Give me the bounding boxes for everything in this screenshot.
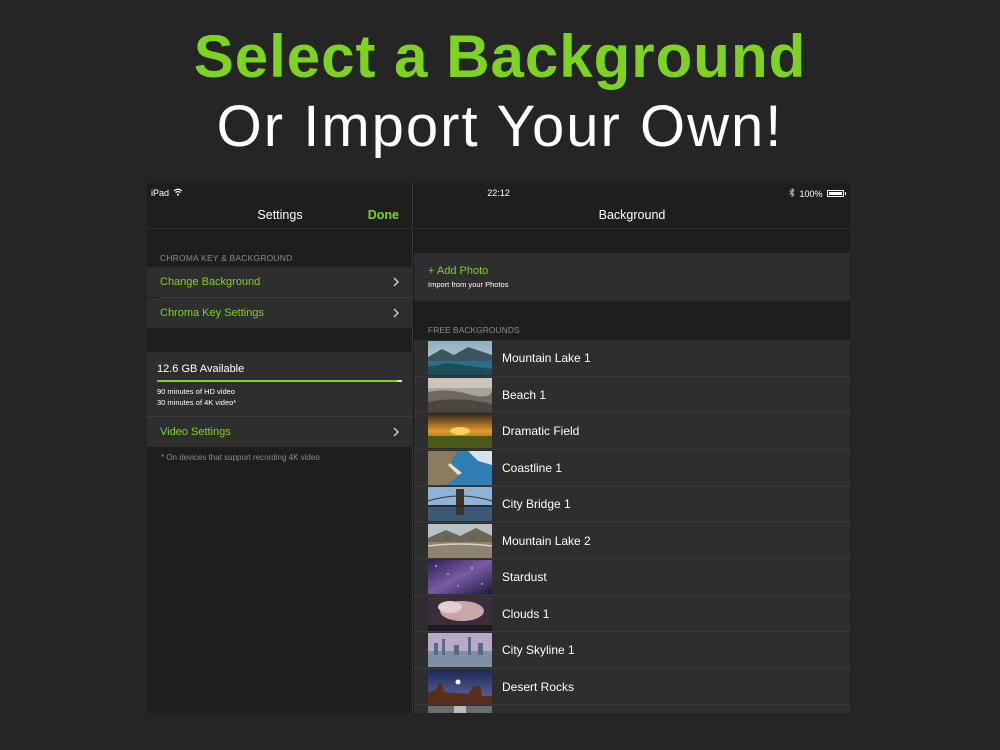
background-item[interactable]: Beach 1 [414, 376, 850, 413]
background-thumbnail [428, 523, 492, 558]
4k-footnote: * On devices that support recording 4K v… [161, 453, 320, 462]
change-background-row[interactable]: Change Background [147, 267, 413, 297]
chevron-right-icon [391, 277, 401, 287]
background-thumbnail [428, 414, 492, 448]
storage-progress-bar [157, 380, 402, 382]
chroma-key-settings-row[interactable]: Chroma Key Settings [147, 298, 413, 328]
status-bar: iPad 22:12 100% [147, 183, 850, 203]
done-button[interactable]: Done [368, 208, 399, 222]
background-thumbnail [428, 450, 492, 485]
settings-pane: Settings Done CHROMA KEY & BACKGROUND Ch… [147, 183, 413, 713]
background-name: Desert Rocks [502, 679, 575, 694]
ipad-screen: Settings Done CHROMA KEY & BACKGROUND Ch… [147, 183, 850, 713]
background-item-partial[interactable] [414, 705, 850, 713]
background-item[interactable]: City Bridge 1 [414, 486, 850, 523]
storage-progress-fill [157, 380, 398, 382]
background-name: Coastline 1 [502, 460, 563, 475]
battery-tip [844, 192, 846, 195]
background-name: Dramatic Field [502, 424, 580, 438]
chevron-right-icon [391, 308, 401, 318]
background-thumbnail [428, 633, 492, 667]
background-item[interactable]: Coastline 1 [414, 449, 850, 486]
4k-minutes: 30 minutes of 4K video* [157, 398, 237, 407]
background-thumbnail [428, 669, 492, 704]
background-thumbnail [428, 560, 492, 594]
background-thumbnail [428, 487, 492, 521]
storage-available: 12.6 GB Available [157, 363, 245, 375]
battery-percent: 100% [799, 188, 823, 199]
background-name: City Bridge 1 [502, 497, 571, 511]
background-name: Clouds 1 [502, 606, 550, 621]
add-photo-row[interactable]: + Add Photo Import from your Photos [414, 253, 850, 301]
chevron-right-icon [391, 427, 401, 437]
add-photo-label: + Add Photo [428, 265, 489, 277]
background-thumbnail [428, 596, 492, 631]
background-name: Mountain Lake 1 [502, 351, 591, 365]
background-list: Mountain Lake 1 Beach 1 Dramatic Field Coas… [414, 340, 850, 713]
background-nav-bar: Background [414, 203, 850, 229]
background-item[interactable]: Clouds 1 [414, 595, 850, 632]
background-pane: Background + Add Photo Import from your … [414, 183, 850, 713]
battery-icon [826, 190, 844, 197]
background-item[interactable]: Mountain Lake 1 [414, 340, 850, 377]
promo-headline: Select a Background [193, 23, 807, 90]
status-time: 22:12 [487, 188, 510, 198]
background-thumbnail [428, 706, 492, 713]
storage-info: 12.6 GB Available 90 minutes of HD video… [147, 352, 413, 416]
chroma-section-header: CHROMA KEY & BACKGROUND [160, 253, 293, 263]
background-name: City Skyline 1 [502, 643, 575, 657]
background-name: Beach 1 [502, 387, 547, 402]
free-backgrounds-header: FREE BACKGROUNDS [428, 325, 520, 335]
background-name: Stardust [502, 570, 547, 584]
background-item[interactable]: Desert Rocks [414, 668, 850, 705]
settings-nav-bar: Settings Done [147, 203, 413, 229]
video-settings-label: Video Settings [160, 426, 231, 438]
background-thumbnail [428, 377, 492, 412]
background-item[interactable]: Stardust [414, 559, 850, 596]
bluetooth-icon [789, 187, 796, 199]
add-photo-subtitle: Import from your Photos [428, 280, 509, 289]
hd-minutes: 90 minutes of HD video [157, 387, 235, 396]
video-settings-row[interactable]: Video Settings [147, 417, 413, 447]
promo-subheadline: Or Import Your Own! [216, 94, 784, 159]
background-thumbnail [428, 341, 492, 375]
change-background-label: Change Background [160, 276, 261, 288]
background-item[interactable]: Mountain Lake 2 [414, 522, 850, 559]
background-item[interactable]: City Skyline 1 [414, 632, 850, 669]
background-item[interactable]: Dramatic Field [414, 413, 850, 450]
background-title: Background [598, 208, 666, 222]
chroma-key-settings-label: Chroma Key Settings [160, 307, 264, 319]
background-name: Mountain Lake 2 [502, 533, 591, 548]
